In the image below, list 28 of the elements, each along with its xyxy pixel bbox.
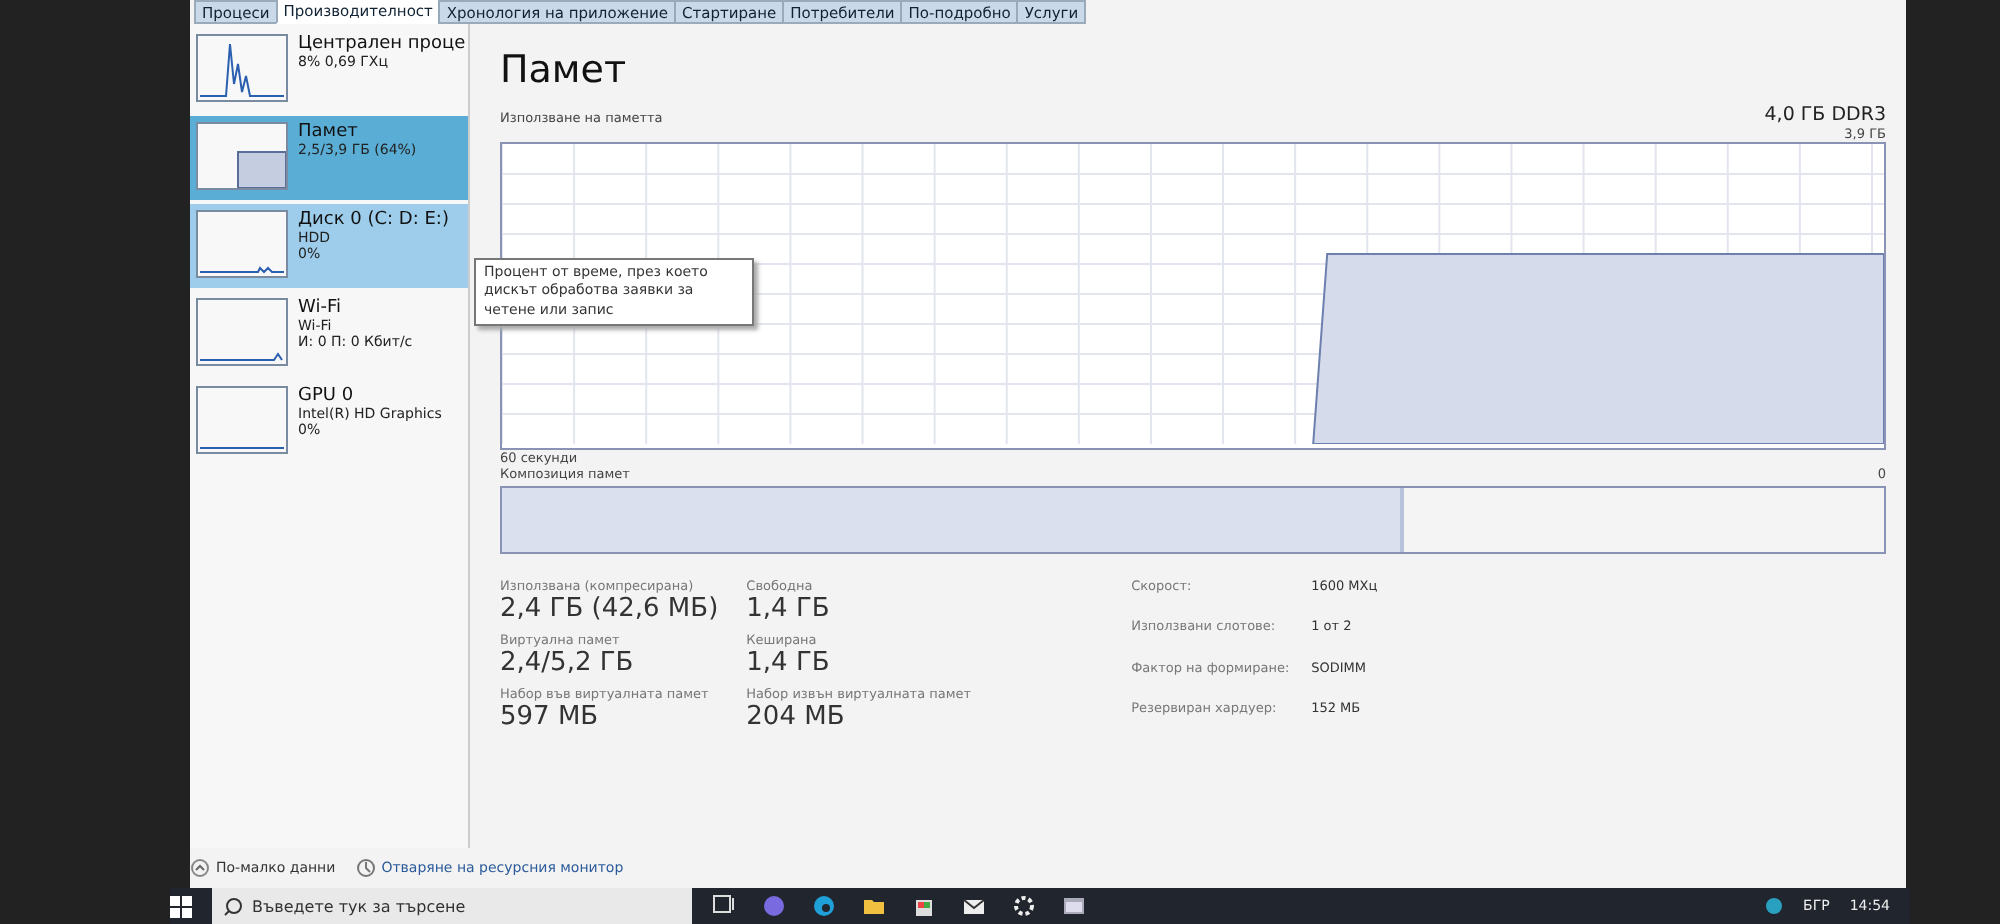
- app-icon[interactable]: [762, 894, 786, 918]
- stat-value: 204 МБ: [746, 702, 847, 732]
- search-icon: [224, 896, 244, 916]
- item-title: Памет: [298, 122, 360, 142]
- item-title: GPU 0: [298, 386, 356, 406]
- task-view-icon[interactable]: [712, 894, 736, 918]
- item-title: Централен проце: [298, 34, 466, 54]
- page-title: Памет: [500, 48, 629, 92]
- search-field[interactable]: Въведете тук за търсене: [212, 888, 692, 924]
- thumbnail-graph-icon: [196, 298, 288, 366]
- tray-icon[interactable]: [1763, 896, 1784, 916]
- chevron-up-icon: [190, 858, 210, 878]
- store-icon[interactable]: [912, 894, 936, 918]
- stat-value: 597 МБ: [500, 702, 601, 732]
- stat-value: 1,4 ГБ: [746, 648, 832, 678]
- stat-value: 2,4/5,2 ГБ: [500, 648, 636, 678]
- memory-capacity: 4,0 ГБ DDR3: [1764, 104, 1886, 126]
- start-button[interactable]: [170, 895, 192, 917]
- thumbnail-graph-icon: [196, 210, 288, 278]
- item-title: Диск 0 (C: D: E:): [298, 210, 449, 230]
- stat-value: 2,4 ГБ (42,6 МБ): [500, 594, 719, 624]
- stat-value: 1,4 ГБ: [746, 594, 832, 624]
- thumbnail-graph-icon: [196, 386, 288, 454]
- thumbnail-graph-icon: [196, 34, 288, 102]
- folder-icon[interactable]: [862, 894, 886, 918]
- mail-icon[interactable]: [962, 894, 986, 918]
- item-title: Wi-Fi: [298, 298, 343, 318]
- thumbnail-graph-icon: [196, 122, 288, 190]
